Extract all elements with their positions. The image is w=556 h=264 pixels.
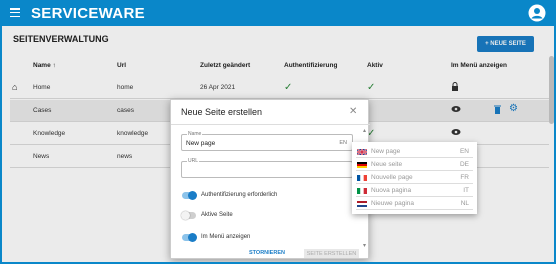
- language-option[interactable]: Nuova pagina IT: [356, 185, 473, 197]
- close-icon[interactable]: ✕: [349, 106, 357, 117]
- user-avatar-icon[interactable]: [528, 4, 546, 22]
- toggle-label: Authentifizierung erforderlich: [201, 192, 278, 198]
- cancel-button[interactable]: STORNIEREN: [249, 250, 285, 256]
- auth-required-toggle[interactable]: [182, 191, 197, 200]
- show-in-menu-toggle[interactable]: [182, 233, 197, 242]
- active-page-toggle[interactable]: [181, 211, 196, 220]
- divider: [171, 124, 370, 125]
- scroll-down-icon[interactable]: ▾: [363, 242, 366, 249]
- language-option-label: Neue seite: [371, 161, 403, 168]
- url-field-label: URL: [187, 158, 200, 164]
- language-option-label: Nieuwe pagina: [371, 200, 415, 207]
- france-flag-icon: [357, 175, 367, 181]
- brand-logo: SERVICEWARE: [31, 5, 145, 22]
- language-selector[interactable]: EN: [339, 140, 347, 146]
- menu-icon[interactable]: [10, 8, 20, 18]
- toggle-label: Im Menü anzeigen: [201, 234, 251, 240]
- language-option-label: New page: [371, 148, 401, 155]
- language-option[interactable]: New page EN: [356, 146, 473, 158]
- language-option-label: Nuova pagina: [371, 187, 412, 194]
- netherlands-flag-icon: [357, 201, 367, 207]
- language-option[interactable]: Nieuwe pagina NL: [356, 198, 473, 210]
- language-dropdown: New page EN Neue seite DE Nouvelle page …: [352, 142, 477, 214]
- name-field-value: New page: [186, 140, 216, 147]
- language-code: FR: [460, 174, 469, 181]
- toggle-label: Aktive Seite: [201, 212, 233, 218]
- create-page-button[interactable]: SEITE ERSTELLEN: [304, 249, 359, 258]
- top-app-bar: SERVICEWARE: [0, 0, 556, 26]
- language-code: EN: [459, 148, 469, 155]
- language-code: NL: [460, 200, 469, 207]
- language-option[interactable]: Nouvelle page FR: [356, 172, 473, 184]
- name-field-label: Name: [187, 131, 203, 137]
- germany-flag-icon: [357, 162, 367, 168]
- language-code: IT: [463, 187, 469, 194]
- new-page-dialog: Neue Seite erstellen ✕ ▴ Name New page E…: [170, 99, 370, 259]
- name-field[interactable]: Name New page EN: [181, 131, 353, 151]
- url-field[interactable]: URL: [181, 158, 353, 178]
- uk-flag-icon: [357, 149, 367, 155]
- italy-flag-icon: [357, 188, 367, 194]
- language-code: DE: [459, 161, 469, 168]
- scroll-up-icon[interactable]: ▴: [363, 127, 366, 134]
- language-option[interactable]: Neue seite DE: [356, 159, 473, 171]
- dialog-title: Neue Seite erstellen: [181, 107, 263, 117]
- language-option-label: Nouvelle page: [371, 174, 413, 181]
